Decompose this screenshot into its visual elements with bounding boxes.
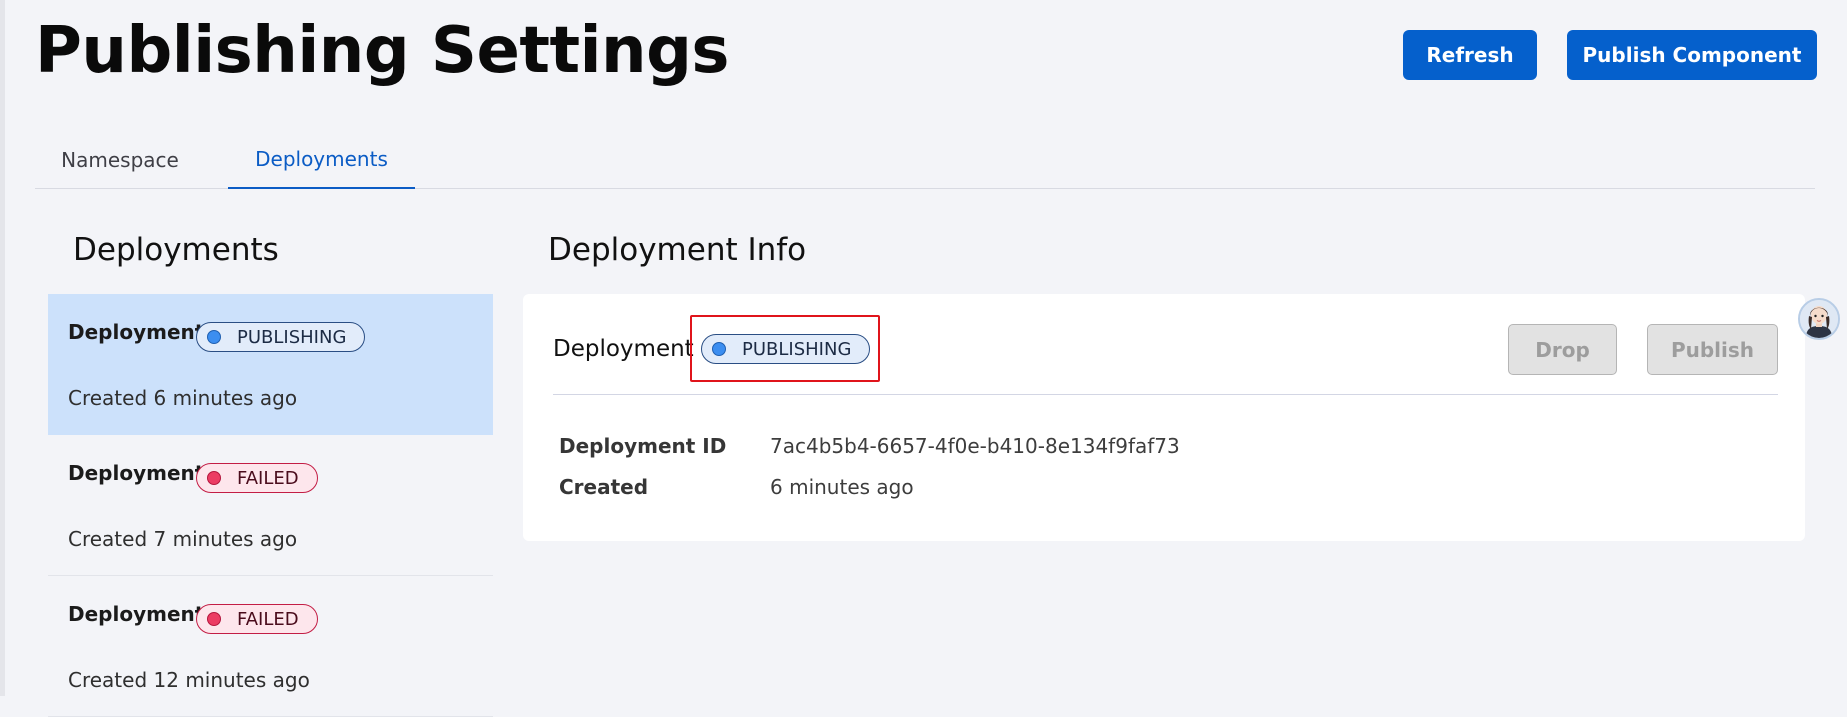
publish-button[interactable]: Publish: [1647, 324, 1778, 375]
deployment-item-name: Deployment: [68, 461, 205, 485]
divider: [553, 394, 1778, 395]
tab-bar: Namespace Deployments: [35, 130, 1815, 189]
status-badge-label: FAILED: [237, 608, 299, 630]
deployment-item-name: Deployment: [68, 602, 205, 626]
status-badge-label: FAILED: [237, 467, 299, 489]
deployment-list-item[interactable]: Deployment PUBLISHING Created 6 minutes …: [48, 294, 493, 435]
status-badge-label: PUBLISHING: [237, 326, 347, 348]
deployment-name: Deployment: [553, 336, 694, 362]
window-edge: [0, 0, 5, 696]
status-badge-failed: FAILED: [196, 463, 318, 493]
drop-button[interactable]: Drop: [1508, 324, 1617, 375]
refresh-button[interactable]: Refresh: [1403, 30, 1537, 80]
deployment-info-heading: Deployment Info: [548, 232, 807, 268]
deployment-item-created: Created 6 minutes ago: [68, 386, 298, 410]
deployment-info-card: Deployment PUBLISHING Drop Publish Deplo…: [523, 294, 1805, 541]
deployments-heading: Deployments: [73, 232, 279, 268]
deployment-id-label: Deployment ID: [559, 434, 727, 458]
status-highlight-box: [690, 315, 880, 382]
tab-namespace[interactable]: Namespace: [35, 130, 205, 189]
status-dot-icon: [207, 330, 221, 344]
tab-deployments[interactable]: Deployments: [228, 130, 415, 189]
deployment-item-name: Deployment: [68, 320, 205, 344]
avatar-icon[interactable]: [1798, 298, 1840, 340]
deployment-item-created: Created 7 minutes ago: [68, 527, 298, 551]
status-badge-failed: FAILED: [196, 604, 318, 634]
created-label: Created: [559, 475, 649, 499]
deployment-id-value: 7ac4b5b4-6657-4f0e-b410-8e134f9faf73: [770, 434, 1180, 458]
status-badge-publishing: PUBLISHING: [196, 322, 366, 352]
created-value: 6 minutes ago: [770, 475, 914, 499]
deployment-list: Deployment PUBLISHING Created 6 minutes …: [48, 294, 493, 717]
deployment-item-created: Created 12 minutes ago: [68, 668, 310, 692]
status-dot-icon: [207, 612, 221, 626]
page-title: Publishing Settings: [35, 14, 730, 88]
deployment-list-item[interactable]: Deployment FAILED Created 7 minutes ago: [48, 435, 493, 576]
status-dot-icon: [207, 471, 221, 485]
publish-component-button[interactable]: Publish Component: [1567, 30, 1817, 80]
